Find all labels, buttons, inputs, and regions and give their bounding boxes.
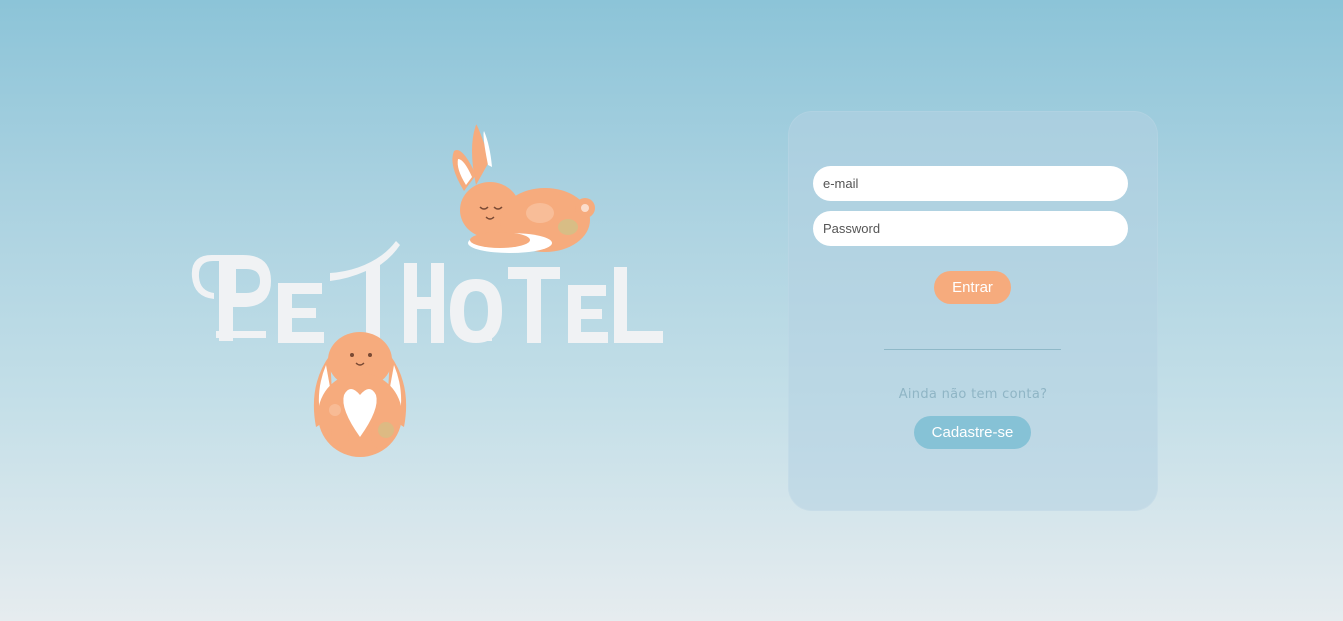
- sitting-bunny-icon: [313, 332, 407, 457]
- login-card: Entrar Ainda não tem conta? Cadastre-se: [788, 111, 1158, 511]
- email-input[interactable]: [813, 166, 1128, 201]
- lying-bunny-icon: [452, 124, 595, 253]
- signup-prompt: Ainda não tem conta?: [898, 387, 1048, 402]
- entrar-button[interactable]: Entrar: [934, 271, 1011, 304]
- cadastre-se-button[interactable]: Cadastre-se: [914, 416, 1031, 449]
- divider: [884, 349, 1061, 350]
- login-page: Entrar Ainda não tem conta? Cadastre-se: [0, 0, 1343, 621]
- pet-hotel-logo-graphic: [191, 124, 663, 457]
- pet-hotel-logo: [180, 115, 680, 465]
- password-input[interactable]: [813, 211, 1128, 246]
- logo-lettering: [191, 241, 663, 343]
